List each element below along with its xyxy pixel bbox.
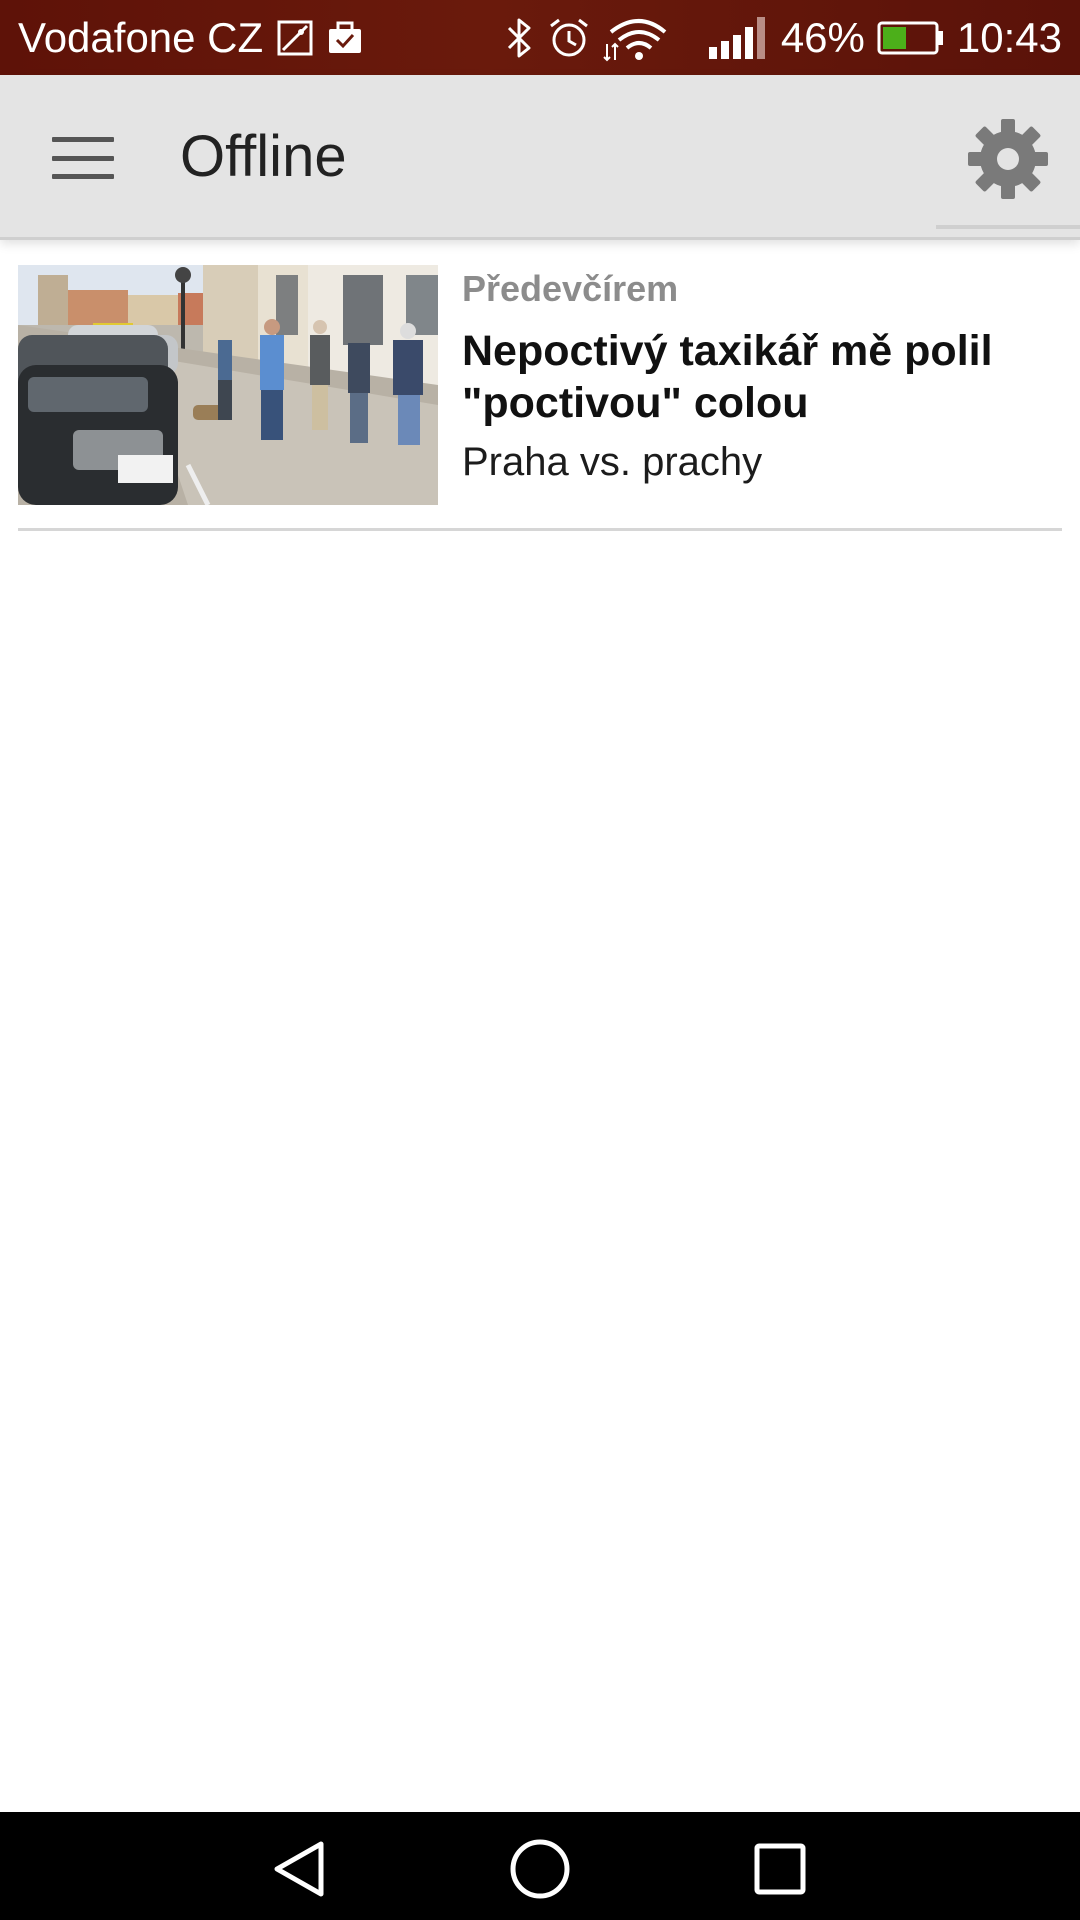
article-date: Předevčírem bbox=[462, 268, 679, 309]
recents-square-icon[interactable] bbox=[745, 1834, 815, 1904]
battery-percent: 46% bbox=[780, 13, 865, 61]
article-item[interactable]: Předevčírem Nepoctivý taxikář mě polil "… bbox=[18, 265, 1062, 525]
status-bar: Vodafone CZ 46% 10:43 bbox=[0, 0, 1080, 75]
navigation-bar bbox=[0, 1812, 1080, 1920]
article-title: Nepoctivý taxikář mě polil "poctivou" co… bbox=[462, 327, 993, 427]
article-section: Praha vs. prachy bbox=[462, 440, 763, 484]
app-bar: Offline bbox=[0, 75, 1080, 240]
carrier-name: Vodafone CZ bbox=[18, 13, 264, 61]
settings-underline bbox=[936, 225, 1080, 229]
gear-icon[interactable] bbox=[966, 117, 1050, 201]
page-title: Offline bbox=[180, 124, 347, 189]
clock: 10:43 bbox=[956, 13, 1062, 61]
row-divider bbox=[18, 528, 1062, 531]
briefcase-notification-icon bbox=[327, 21, 363, 55]
article-text: Předevčírem Nepoctivý taxikář mě polil "… bbox=[462, 265, 1062, 487]
back-triangle-icon[interactable] bbox=[265, 1834, 335, 1904]
status-left: Vodafone CZ bbox=[18, 14, 363, 62]
wifi-icon bbox=[603, 14, 669, 62]
status-right: 46% 10:43 bbox=[505, 14, 1062, 62]
bluetooth-icon bbox=[505, 16, 535, 60]
hamburger-menu-icon[interactable] bbox=[52, 137, 114, 179]
article-thumbnail bbox=[18, 265, 438, 505]
home-circle-icon[interactable] bbox=[505, 1834, 575, 1904]
signal-icon bbox=[707, 15, 769, 61]
gallery-notification-icon bbox=[277, 20, 313, 56]
battery-icon bbox=[877, 21, 945, 55]
alarm-icon bbox=[547, 16, 591, 60]
